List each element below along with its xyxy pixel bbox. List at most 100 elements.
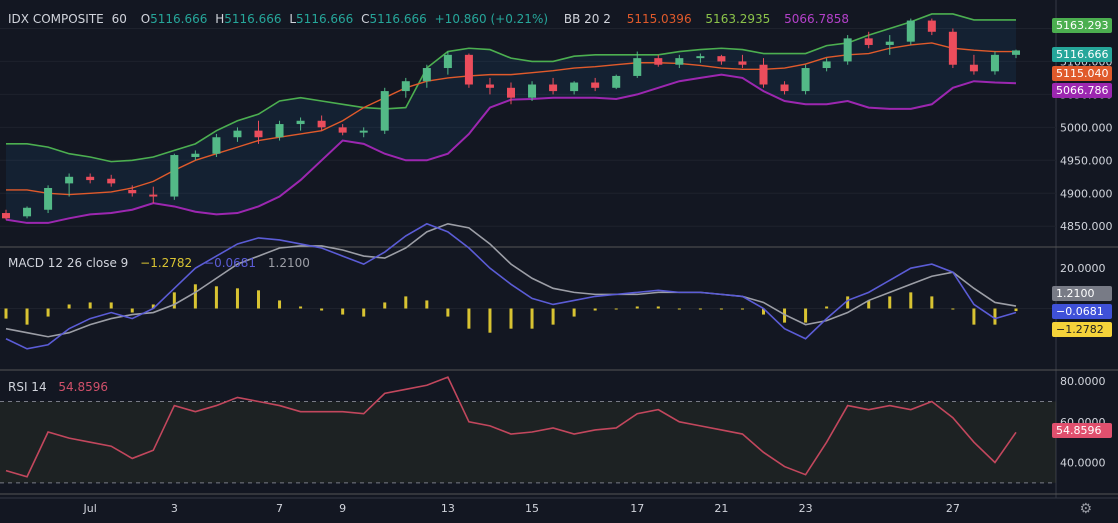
last-price-tag: 5116.666 bbox=[1052, 47, 1112, 62]
candle-body bbox=[23, 207, 32, 217]
macd-histogram-bar bbox=[972, 308, 976, 325]
candle-body bbox=[801, 68, 810, 92]
macd-hist-value: −1.2782 bbox=[140, 256, 193, 270]
macd-histogram-bar bbox=[551, 308, 555, 325]
macd-histogram-bar bbox=[88, 302, 92, 309]
candle-body bbox=[212, 137, 221, 154]
time-tick-label: 9 bbox=[339, 502, 346, 515]
macd-histogram-bar bbox=[109, 302, 113, 309]
macd-histogram-bar bbox=[467, 308, 471, 329]
candle-body bbox=[380, 91, 389, 131]
macd-histogram-bar bbox=[299, 306, 303, 309]
gear-icon[interactable]: ⚙ bbox=[1079, 501, 1092, 517]
candle-body bbox=[738, 61, 747, 65]
time-tick-label: 7 bbox=[276, 502, 283, 515]
macd-hist-tag: −1.2782 bbox=[1052, 322, 1112, 337]
candle-body bbox=[485, 84, 494, 88]
macd-histogram-bar bbox=[46, 308, 50, 317]
candle-body bbox=[633, 58, 642, 76]
macd-histogram-bar bbox=[67, 304, 71, 309]
candle-body bbox=[696, 56, 705, 59]
macd-histogram-bar bbox=[677, 308, 681, 310]
candle-body bbox=[780, 84, 789, 92]
macd-histogram-bar bbox=[404, 296, 408, 309]
macd-label[interactable]: MACD 12 26 close 9 bbox=[8, 256, 128, 270]
price-tick-label: 4850.000 bbox=[1060, 220, 1113, 233]
macd-signal-value: 1.2100 bbox=[267, 256, 310, 270]
macd-histogram-bar bbox=[341, 308, 345, 315]
time-tick-label: 27 bbox=[946, 502, 960, 515]
macd-histogram-bar bbox=[993, 308, 997, 325]
macd-histogram-bar bbox=[362, 308, 366, 317]
candle-body bbox=[990, 54, 999, 72]
candle-body bbox=[128, 189, 137, 194]
macd-histogram-bar bbox=[888, 296, 892, 309]
rsi-tick-label: 80.0000 bbox=[1060, 375, 1106, 388]
candle-body bbox=[927, 20, 936, 32]
rsi-value-tag: 54.8596 bbox=[1052, 423, 1112, 438]
rsi-value: 54.8596 bbox=[58, 380, 109, 394]
macd-histogram-bar bbox=[130, 308, 134, 313]
candle-body bbox=[717, 56, 726, 62]
macd-histogram-bar bbox=[804, 308, 808, 323]
rsi-label[interactable]: RSI 14 bbox=[8, 380, 47, 394]
rsi-band-fill bbox=[0, 401, 1056, 483]
open-label: O bbox=[140, 12, 151, 26]
time-tick-label: 15 bbox=[525, 502, 539, 515]
candle-body bbox=[885, 41, 894, 45]
close-label: C bbox=[361, 12, 370, 26]
macd-histogram-bar bbox=[425, 300, 429, 309]
candle-body bbox=[759, 64, 768, 85]
symbol-name[interactable]: IDX COMPOSITE bbox=[8, 12, 104, 26]
macd-histogram-bar bbox=[383, 302, 387, 309]
candle-body bbox=[107, 178, 116, 184]
candle-body bbox=[591, 82, 600, 88]
candle-body bbox=[296, 120, 305, 125]
macd-histogram-bar bbox=[193, 284, 197, 309]
candle-body bbox=[2, 213, 10, 219]
high-value: 5116.666 bbox=[224, 12, 282, 26]
candle-body bbox=[401, 81, 410, 92]
candle-body bbox=[338, 127, 347, 133]
time-tick-label: 17 bbox=[630, 502, 644, 515]
macd-histogram-bar bbox=[951, 308, 955, 310]
macd-histogram-bar bbox=[446, 308, 450, 317]
rsi-legend: RSI 14 54.8596 bbox=[8, 380, 112, 394]
macd-histogram-bar bbox=[656, 306, 660, 309]
candle-body bbox=[822, 61, 831, 69]
macd-histogram-bar bbox=[509, 308, 513, 329]
macd-histogram-bar bbox=[4, 308, 8, 319]
basis-price-tag: 5115.040 bbox=[1052, 66, 1112, 81]
symbol-interval[interactable]: 60 bbox=[112, 12, 127, 26]
macd-histogram-bar bbox=[1014, 308, 1018, 312]
time-tick-label: 13 bbox=[441, 502, 455, 515]
rsi-tick-label: 40.0000 bbox=[1060, 457, 1106, 470]
candle-body bbox=[44, 187, 53, 210]
candle-body bbox=[969, 64, 978, 72]
macd-histogram-bar bbox=[320, 308, 324, 311]
candle-body bbox=[906, 20, 915, 42]
low-value: 5116.666 bbox=[296, 12, 354, 26]
macd-histogram-bar bbox=[172, 292, 176, 309]
bb-label[interactable]: BB 20 2 bbox=[564, 12, 611, 26]
macd-histogram-bar bbox=[488, 308, 492, 333]
candle-body bbox=[464, 54, 473, 85]
candle-body bbox=[233, 130, 242, 138]
macd-histogram-bar bbox=[572, 308, 576, 317]
macd-tick-label: 20.0000 bbox=[1060, 262, 1106, 275]
candle-body bbox=[612, 75, 621, 88]
macd-histogram-bar bbox=[614, 308, 618, 310]
candle-body bbox=[359, 130, 368, 133]
macd-legend: MACD 12 26 close 9 −1.2782 −0.0681 1.210… bbox=[8, 256, 314, 270]
macd-histogram-bar bbox=[740, 308, 744, 310]
macd-histogram-bar bbox=[235, 288, 239, 309]
candle-body bbox=[254, 130, 263, 138]
price-legend: IDX COMPOSITE 60 O5116.666 H5116.666 L51… bbox=[8, 12, 853, 26]
candle-body bbox=[443, 54, 452, 69]
time-tick-label: Jul bbox=[83, 502, 97, 515]
macd-histogram-bar bbox=[698, 308, 702, 310]
macd-signal-tag: 1.2100 bbox=[1052, 286, 1112, 301]
candle-body bbox=[149, 194, 158, 197]
candle-body bbox=[422, 68, 431, 82]
candle-body bbox=[86, 176, 95, 181]
